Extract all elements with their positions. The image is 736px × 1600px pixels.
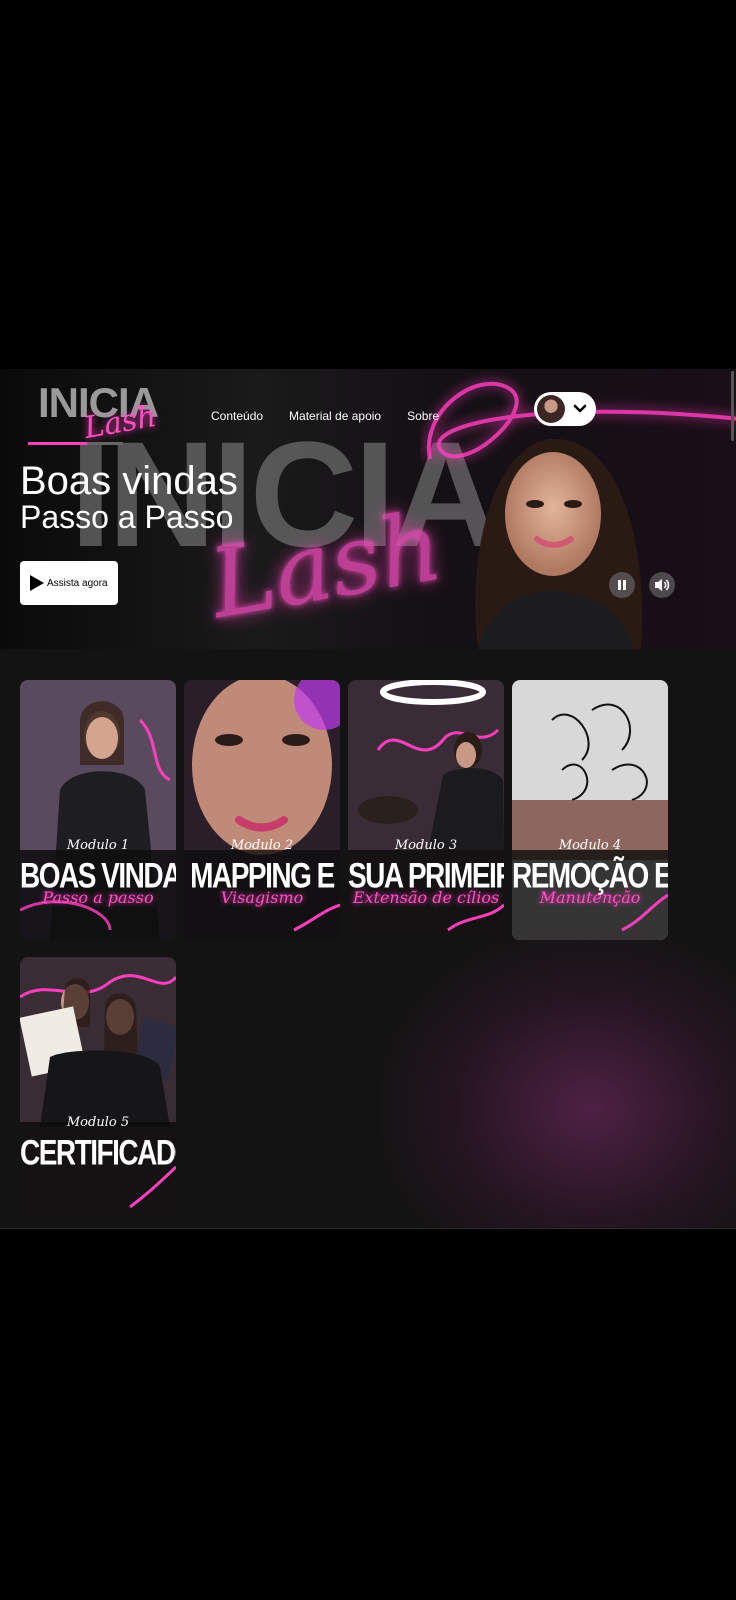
module-subtitle: Manutenção — [539, 888, 641, 907]
pause-icon — [618, 580, 626, 590]
module-number: Modulo 3 — [394, 838, 458, 853]
play-icon — [30, 575, 44, 591]
module-subtitle: Visagismo — [220, 888, 304, 907]
avatar — [537, 395, 565, 423]
module-title: CERTIFICADO — [20, 1133, 176, 1172]
nav-item-sobre[interactable]: Sobre — [407, 409, 439, 423]
hero-title: Boas vindas — [20, 459, 238, 503]
profile-menu-button[interactable] — [534, 392, 596, 426]
module-thumbnail-image — [20, 957, 176, 1217]
hero-progress-fill — [28, 442, 87, 445]
hero-banner: INICIA Lash INICIA Lash Conteúdo Materia… — [0, 369, 736, 649]
volume-icon — [655, 579, 670, 591]
volume-button[interactable] — [649, 572, 675, 598]
watch-now-button[interactable]: Assista agora — [20, 561, 118, 605]
module-subtitle: Extensão de cílios — [352, 888, 500, 907]
watch-now-label: Assista agora — [47, 577, 108, 589]
module-card[interactable]: Modulo 5 CERTIFICADO — [20, 957, 176, 1217]
pause-button[interactable] — [609, 572, 635, 598]
module-number: Modulo 4 — [558, 838, 622, 853]
hero-progress-bar — [28, 442, 123, 445]
nav-item-conteudo[interactable]: Conteúdo — [211, 409, 263, 423]
module-number: Modulo 2 — [230, 838, 294, 853]
chevron-down-icon — [573, 404, 587, 413]
brand-logo[interactable]: INICIA Lash — [38, 379, 168, 449]
app-page: INICIA Lash INICIA Lash Conteúdo Materia… — [0, 369, 736, 1229]
module-card[interactable]: Modulo 1 BOAS VINDAS Passo a passo — [20, 680, 176, 940]
page-divider — [0, 1228, 736, 1229]
module-number: Modulo 5 — [66, 1115, 130, 1130]
module-card[interactable]: Modulo 2 MAPPING E Visagismo — [184, 680, 340, 940]
module-subtitle: Passo a passo — [42, 888, 154, 907]
nav-item-material-de-apoio[interactable]: Material de apoio — [289, 409, 381, 423]
hero-portrait-image — [475, 438, 643, 649]
module-number: Modulo 1 — [66, 838, 130, 853]
scrollbar[interactable] — [731, 371, 734, 441]
main-nav: Conteúdo Material de apoio Sobre — [211, 409, 465, 423]
hero-subtitle: Passo a Passo — [20, 499, 234, 535]
module-card[interactable]: Modulo 4 REMOÇÃO E Manutenção — [512, 680, 668, 940]
module-card[interactable]: Modulo 3 SUA PRIMEIRA Extensão de cílios — [348, 680, 504, 940]
